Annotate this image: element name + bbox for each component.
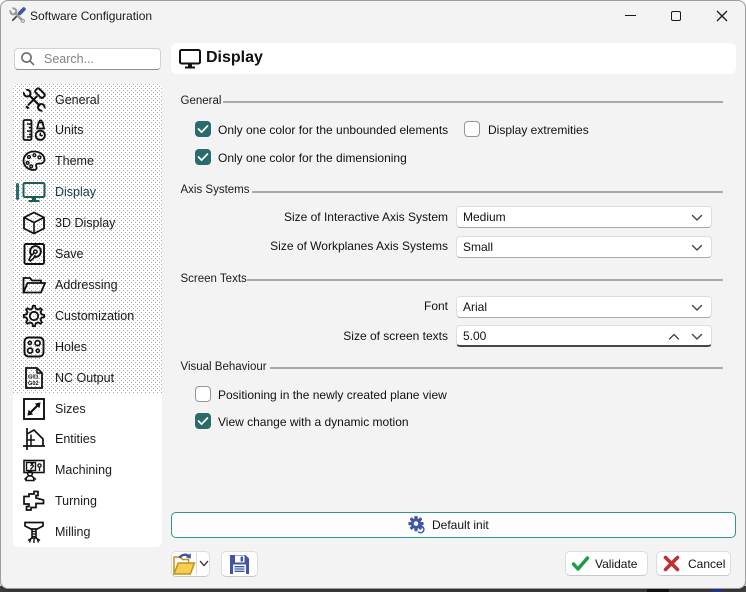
svg-text:G02: G02: [28, 381, 39, 387]
svg-text:G01: G01: [28, 374, 39, 380]
